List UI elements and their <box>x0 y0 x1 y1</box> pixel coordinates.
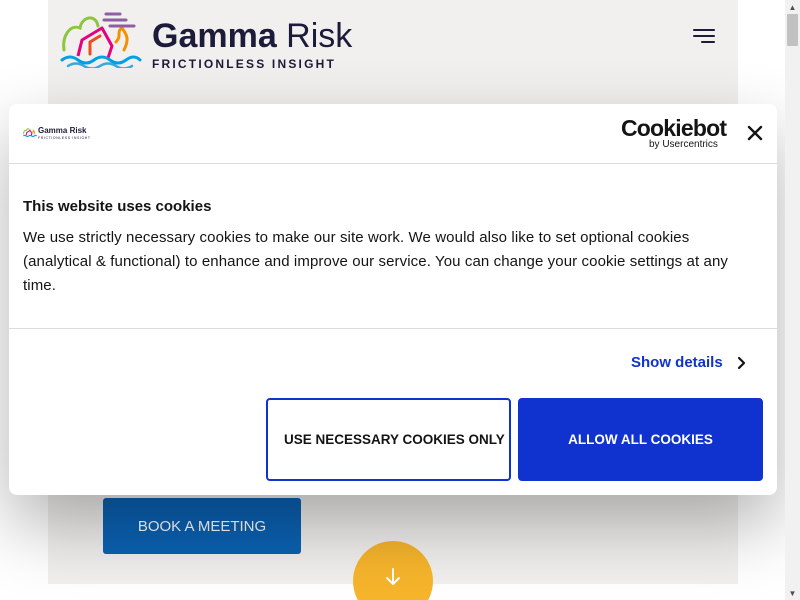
cookie-dialog-title: This website uses cookies <box>23 198 212 215</box>
close-icon[interactable] <box>745 123 765 143</box>
scroll-up-arrow-icon[interactable]: ▲ <box>785 0 800 14</box>
cookie-dialog-body: This website uses cookies We use strictl… <box>9 164 777 329</box>
cookiebot-byline: by Usercentrics <box>649 139 718 150</box>
show-details-label: Show details <box>631 354 723 371</box>
use-necessary-cookies-button[interactable]: USE NECESSARY COOKIES ONLY <box>266 398 511 481</box>
page-scrollbar[interactable]: ▲ ▼ <box>785 0 800 600</box>
show-details-link[interactable]: Show details <box>631 354 747 371</box>
cookie-dialog-description: We use strictly necessary cookies to mak… <box>23 229 728 294</box>
scroll-down-arrow-icon[interactable]: ▼ <box>785 586 800 600</box>
scrollbar-thumb[interactable] <box>787 14 798 46</box>
cookie-consent-dialog: Gamma Risk FRICTIONLESS INSIGHT Cookiebo… <box>9 104 777 495</box>
dialog-brand-logo-mark-icon <box>23 128 37 137</box>
dialog-logo-name: Gamma Risk <box>38 126 87 135</box>
cookiebot-logo[interactable]: Cookiebot by Usercentrics <box>621 117 727 151</box>
dialog-logo-tagline: FRICTIONLESS INSIGHT <box>38 136 91 140</box>
close-x-glyph <box>747 125 763 141</box>
chevron-right-icon <box>737 356 745 369</box>
cookiebot-name: Cookiebot <box>621 115 727 141</box>
allow-all-cookies-button[interactable]: ALLOW ALL COOKIES <box>518 398 763 481</box>
dialog-brand-logo: Gamma Risk FRICTIONLESS INSIGHT <box>23 124 103 142</box>
cookie-dialog-header: Gamma Risk FRICTIONLESS INSIGHT Cookiebo… <box>9 104 777 164</box>
